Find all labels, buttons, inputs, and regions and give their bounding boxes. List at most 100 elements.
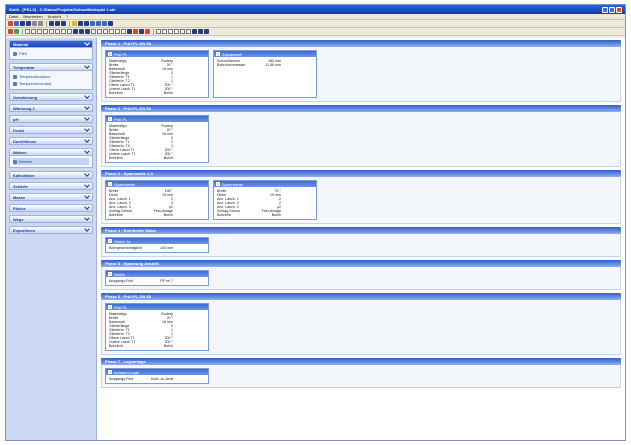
grid-icon[interactable] xyxy=(115,29,120,34)
parameter-card[interactable]: Zusatzstoff Schweißstrom 180 mm Bohrdurchme… xyxy=(213,50,317,98)
shape-icon[interactable] xyxy=(186,29,191,34)
sidebar-header-exportieren[interactable]: Exportieren xyxy=(9,226,93,234)
sidebar-header-material[interactable]: Material xyxy=(9,40,93,48)
grid-icon[interactable] xyxy=(37,29,42,34)
parameter-card[interactable]: Walze Ausgangs-Feld PP rel 7 xyxy=(105,270,209,286)
sidebar-header-masse[interactable]: Masse xyxy=(9,193,93,201)
sidebar-header-durchflusse[interactable]: Durchflüsse xyxy=(9,137,93,145)
phase-header[interactable]: Phase 3 : Spannweite 1-3 xyxy=(101,170,621,177)
phase-header[interactable]: Phase 1 : Prüf-PL-DN 85 xyxy=(101,40,621,47)
menu-help[interactable]: ? xyxy=(66,14,68,19)
parameter-card[interactable]: Prüf PL Materialtyp Ruderp Breite 20 ° Basism… xyxy=(105,303,209,351)
refresh-icon[interactable] xyxy=(102,21,107,26)
redo-icon[interactable] xyxy=(84,21,89,26)
grid-icon[interactable] xyxy=(55,29,60,34)
chart-icon[interactable] xyxy=(204,29,209,34)
chevron-down-icon[interactable] xyxy=(84,93,90,99)
zoom-out-icon[interactable] xyxy=(96,21,101,26)
add-icon[interactable] xyxy=(14,29,19,34)
shape-icon[interactable] xyxy=(156,29,161,34)
sidebar-item-temperaturzyklus[interactable]: Temperaturzyklus xyxy=(13,73,89,80)
print-icon[interactable] xyxy=(32,21,37,26)
grid-icon[interactable] xyxy=(61,29,66,34)
marker-icon[interactable] xyxy=(133,29,138,34)
zoom-in-icon[interactable] xyxy=(90,21,95,26)
grid-icon[interactable] xyxy=(91,29,96,34)
close-button[interactable] xyxy=(616,6,622,13)
chevron-down-icon[interactable] xyxy=(84,148,90,154)
grid-icon[interactable] xyxy=(31,29,36,34)
sidebar-header-flache[interactable]: Fläche xyxy=(9,204,93,212)
undo-icon[interactable] xyxy=(78,21,83,26)
phase-header[interactable]: Phase 4 : Bohrbreite Walze xyxy=(101,227,621,234)
menu-view[interactable]: Ansicht xyxy=(48,14,61,19)
copy-icon[interactable] xyxy=(55,21,60,26)
shape-icon[interactable] xyxy=(174,29,179,34)
grid-icon[interactable] xyxy=(67,29,72,34)
sidebar-item-walzen[interactable]: Walzen xyxy=(13,158,89,165)
chevron-down-icon[interactable] xyxy=(84,40,90,46)
paste-icon[interactable] xyxy=(61,21,66,26)
chevron-down-icon[interactable] xyxy=(84,215,90,221)
phase-list[interactable]: Phase 1 : Prüf-PL-DN 85 Prüf PL Materialty… xyxy=(97,38,625,440)
chevron-down-icon[interactable] xyxy=(84,115,90,121)
minimize-button[interactable] xyxy=(602,6,608,13)
phase-header[interactable]: Phase 5 : Spannung Anstellt xyxy=(101,260,621,267)
open-document-icon[interactable] xyxy=(20,21,25,26)
menu-file[interactable]: Datei xyxy=(9,14,18,19)
help-icon[interactable] xyxy=(72,21,77,26)
shape-icon[interactable] xyxy=(162,29,167,34)
parameter-card[interactable]: Prüf PL Materialtyp Ruderp Breite 20 ° Basism… xyxy=(105,50,209,98)
chart-icon[interactable] xyxy=(198,29,203,34)
grid-icon[interactable] xyxy=(121,29,126,34)
new-document-icon[interactable] xyxy=(14,21,19,26)
parameter-card[interactable]: Anlagen-Lage Ausgangs-Feld Konf.-zu-Anlief… xyxy=(105,368,209,384)
sidebar-header-vorwarmung[interactable]: Vorwärmung xyxy=(9,93,93,101)
chevron-down-icon[interactable] xyxy=(84,226,90,232)
maximize-button[interactable] xyxy=(609,6,615,13)
pencil-icon[interactable] xyxy=(79,29,84,34)
sidebar-header-temperatur[interactable]: Temperatur xyxy=(9,63,93,71)
sidebar-header-druck[interactable]: Druck xyxy=(9,126,93,134)
cut-icon[interactable] xyxy=(49,21,54,26)
sidebar-item-temperaturverlauf[interactable]: Temperaturverlauf xyxy=(13,80,89,87)
sidebar-item-pfeil[interactable]: Pfeil xyxy=(13,50,89,57)
shape-icon[interactable] xyxy=(168,29,173,34)
save-icon[interactable] xyxy=(26,21,31,26)
marker-icon[interactable] xyxy=(145,29,150,34)
stop-icon[interactable] xyxy=(108,21,113,26)
phase-header[interactable]: Phase 6 : Prüf-PL-DN 85 xyxy=(101,293,621,300)
chevron-down-icon[interactable] xyxy=(84,193,90,199)
menu-edit[interactable]: Bearbeiten xyxy=(23,14,42,19)
phase-header[interactable]: Phase 2 : Prüf-PL-DN 90 xyxy=(101,105,621,112)
pencil-icon[interactable] xyxy=(85,29,90,34)
grid-icon[interactable] xyxy=(25,29,30,34)
grid-icon[interactable] xyxy=(103,29,108,34)
preview-icon[interactable] xyxy=(38,21,43,26)
parameter-card[interactable]: Spannweite Breite 75 ° Dicke 19 mm Anz. Lasch… xyxy=(213,180,317,220)
sidebar-header-walzen[interactable]: Walzen xyxy=(9,148,93,156)
parameter-card[interactable]: Prüf PL Materialtyp Ruderp Breite 20 ° Basism… xyxy=(105,115,209,163)
grid-icon[interactable] xyxy=(109,29,114,34)
pencil-icon[interactable] xyxy=(73,29,78,34)
chevron-down-icon[interactable] xyxy=(84,126,90,132)
close-document-icon[interactable] xyxy=(8,21,13,26)
chevron-down-icon[interactable] xyxy=(84,137,90,143)
arrow-icon[interactable] xyxy=(127,29,132,34)
chevron-down-icon[interactable] xyxy=(84,182,90,188)
chevron-down-icon[interactable] xyxy=(84,171,90,177)
chevron-down-icon[interactable] xyxy=(84,104,90,110)
parameter-card[interactable]: Spannweite Breite 198 ° Dicke 19 mm Anz. Lasc… xyxy=(105,180,209,220)
sidebar-header-ph[interactable]: pH xyxy=(9,115,93,123)
sidebar-header-scharfe[interactable]: Schärfe xyxy=(9,182,93,190)
chevron-down-icon[interactable] xyxy=(84,204,90,210)
grid-icon[interactable] xyxy=(43,29,48,34)
sidebar-header-wege[interactable]: Wege xyxy=(9,215,93,223)
sidebar-header-kalkulation[interactable]: Kalkulation xyxy=(9,171,93,179)
sidebar-header-warmung-2[interactable]: Wärmung 2 xyxy=(9,104,93,112)
chart-icon[interactable] xyxy=(192,29,197,34)
grid-icon[interactable] xyxy=(97,29,102,34)
shape-icon[interactable] xyxy=(180,29,185,34)
grid-icon[interactable] xyxy=(49,29,54,34)
delete-icon[interactable] xyxy=(8,29,13,34)
